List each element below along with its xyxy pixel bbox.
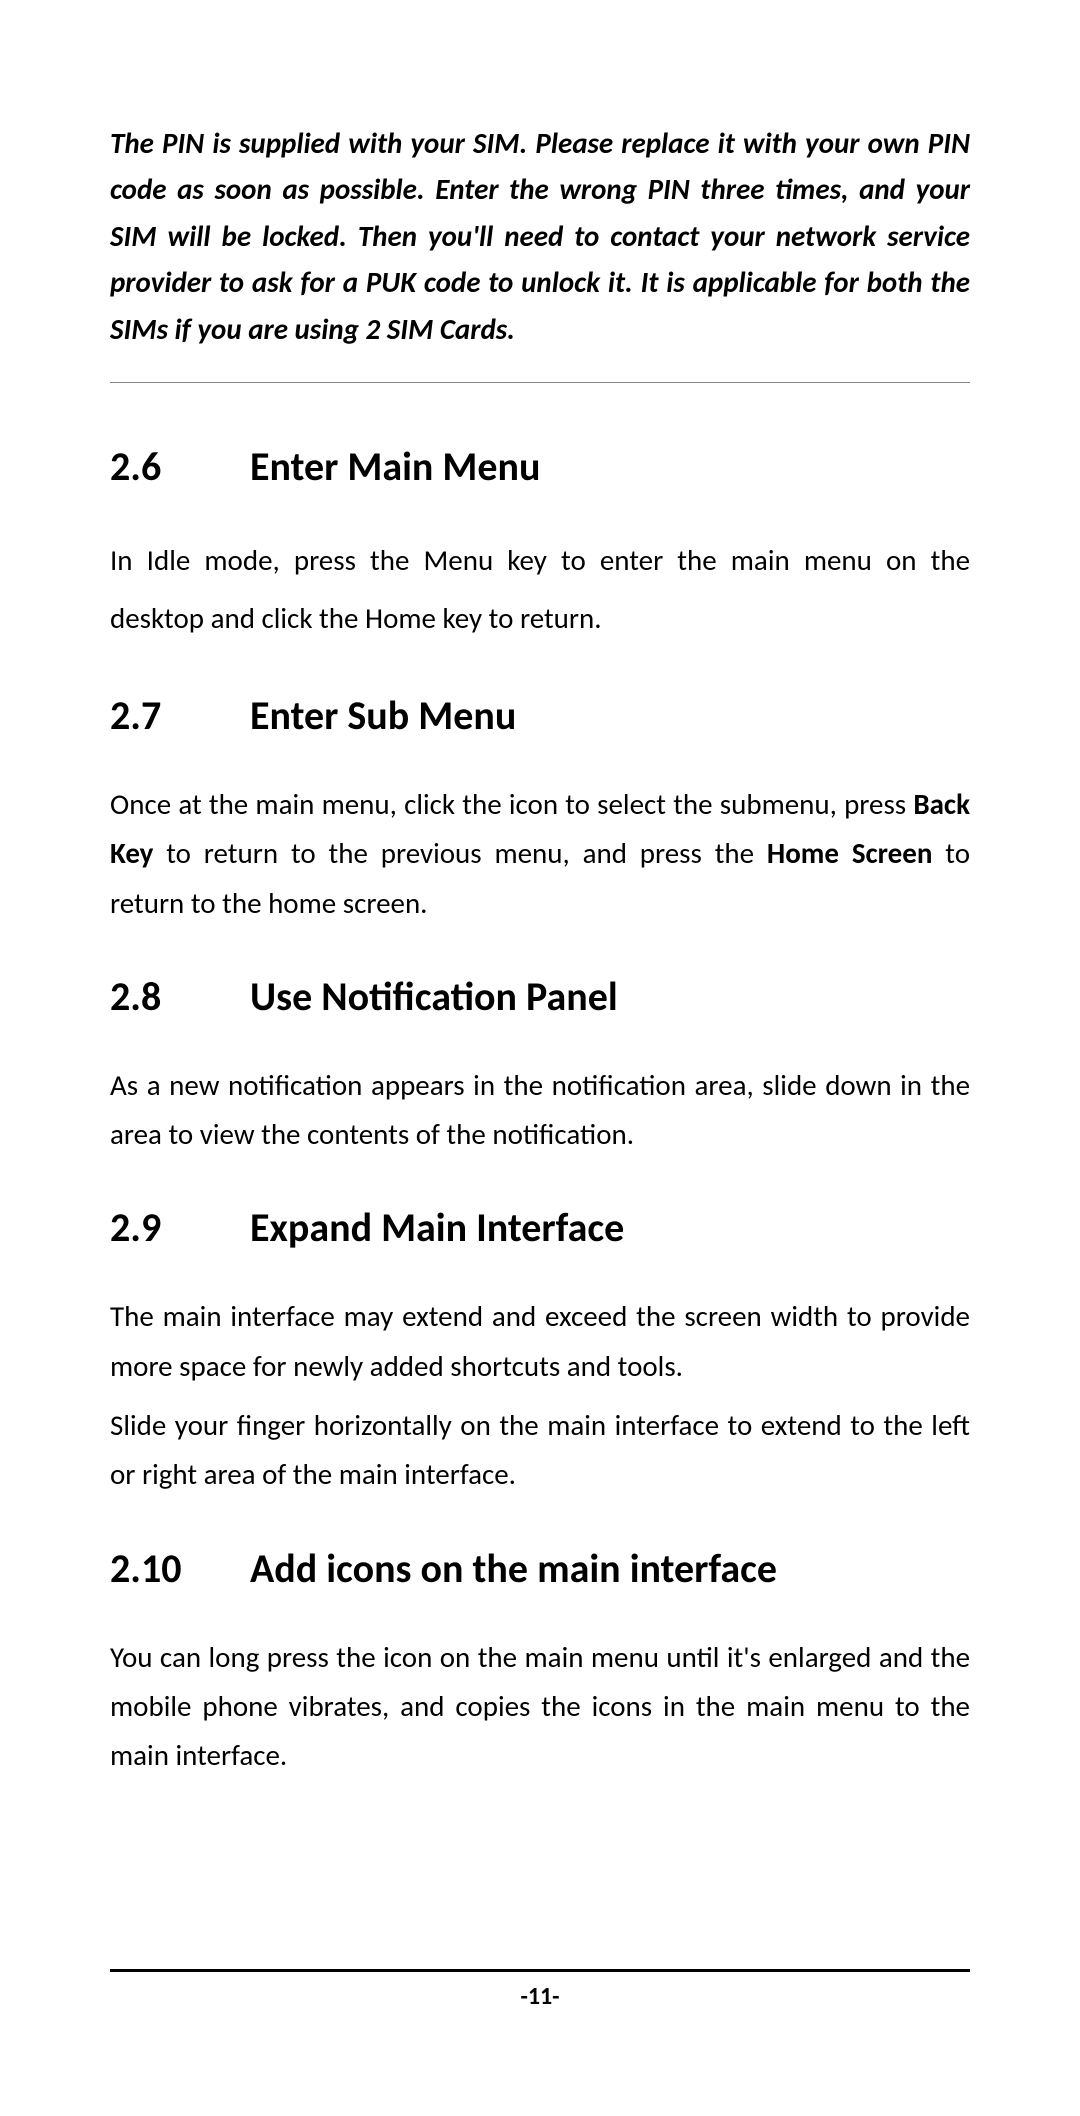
page-number: -11- <box>110 1982 970 2011</box>
section-number: 2.9 <box>110 1204 250 1252</box>
footer-divider <box>110 1969 970 1972</box>
section-heading: 2.9 Expand Main Interface <box>110 1204 970 1252</box>
section-body: Once at the main menu, click the icon to… <box>110 780 970 928</box>
section-divider <box>110 382 970 383</box>
section-body: You can long press the icon on the main … <box>110 1633 970 1781</box>
section-heading: 2.8 Use Notification Panel <box>110 973 970 1021</box>
intro-note-text: The PIN is supplied with your SIM. Pleas… <box>110 120 970 352</box>
section-2-7: 2.7 Enter Sub Menu Once at the main menu… <box>110 692 970 928</box>
body-text: Once at the main menu, click the icon to… <box>110 780 970 928</box>
text-span: to return to the previous menu, and pres… <box>153 835 767 871</box>
page-footer: -11- <box>110 1969 970 2011</box>
section-title: Enter Main Menu <box>250 443 970 491</box>
section-heading: 2.6 Enter Main Menu <box>110 443 970 491</box>
section-heading: 2.10 Add icons on the main interface <box>110 1545 970 1593</box>
bold-text: Home Screen <box>767 835 933 871</box>
section-heading: 2.7 Enter Sub Menu <box>110 692 970 740</box>
section-number: 2.10 <box>110 1545 250 1593</box>
body-text: You can long press the icon on the main … <box>110 1633 970 1781</box>
text-span: Once at the main menu, click the icon to… <box>110 786 913 822</box>
document-page: The PIN is supplied with your SIM. Pleas… <box>0 0 1080 1781</box>
body-text-p1: The main interface may extend and exceed… <box>110 1292 970 1391</box>
section-body: In Idle mode, press the Menu key to ente… <box>110 531 970 647</box>
body-text: In Idle mode, press the Menu key to ente… <box>110 531 970 647</box>
section-body: The main interface may extend and exceed… <box>110 1292 970 1499</box>
section-title: Use Notification Panel <box>250 973 970 1021</box>
section-body: As a new notification appears in the not… <box>110 1061 970 1160</box>
section-2-6: 2.6 Enter Main Menu In Idle mode, press … <box>110 443 970 647</box>
section-2-8: 2.8 Use Notification Panel As a new noti… <box>110 973 970 1160</box>
section-title: Expand Main Interface <box>250 1204 970 1252</box>
section-title: Enter Sub Menu <box>250 692 970 740</box>
section-2-10: 2.10 Add icons on the main interface You… <box>110 1545 970 1781</box>
section-number: 2.8 <box>110 973 250 1021</box>
section-number: 2.7 <box>110 692 250 740</box>
body-text: As a new notification appears in the not… <box>110 1061 970 1160</box>
section-number: 2.6 <box>110 443 250 491</box>
body-text-p2: Slide your finger horizontally on the ma… <box>110 1401 970 1500</box>
section-2-9: 2.9 Expand Main Interface The main inter… <box>110 1204 970 1499</box>
section-title: Add icons on the main interface <box>250 1545 970 1593</box>
